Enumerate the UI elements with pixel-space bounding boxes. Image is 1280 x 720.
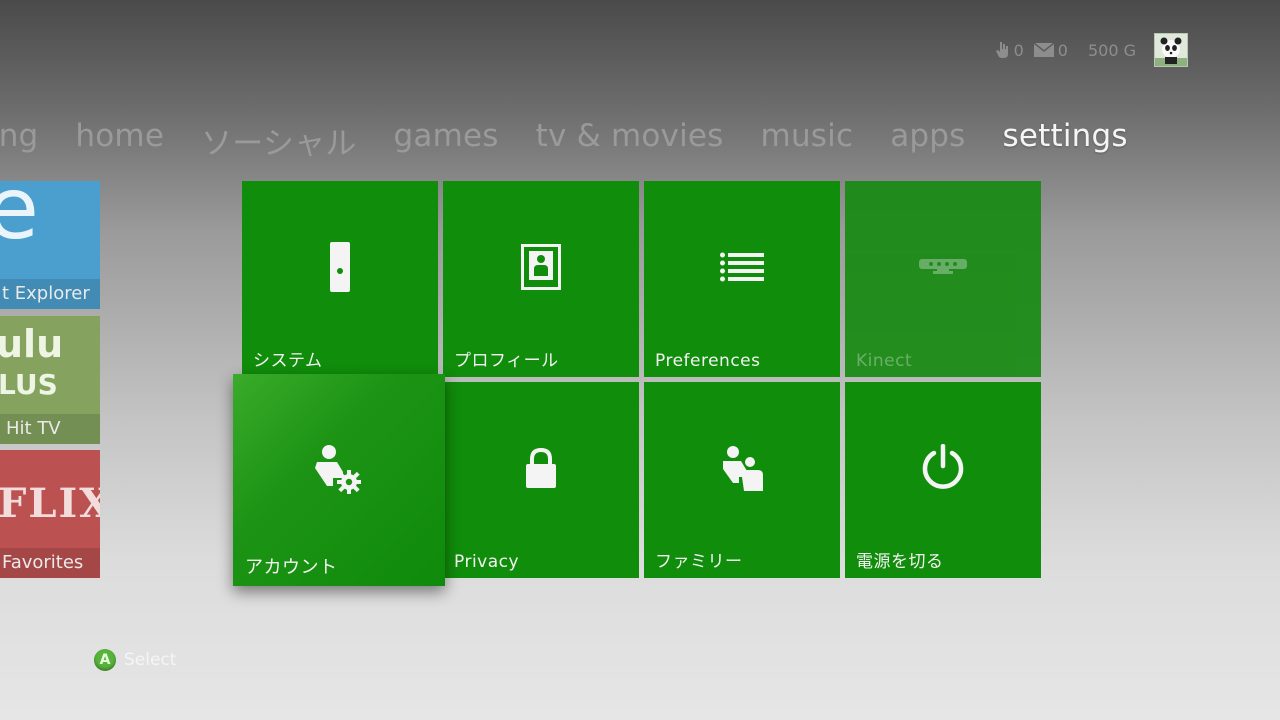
tile-label: ファミリー — [655, 552, 743, 572]
tile-label: システム — [253, 351, 323, 371]
panda-avatar-icon — [1155, 34, 1187, 66]
app-tile-internet-explorer[interactable]: e t Explorer — [0, 181, 100, 309]
tile-privacy[interactable]: Privacy — [443, 382, 639, 578]
power-icon — [922, 444, 964, 489]
lock-icon — [526, 448, 556, 488]
tab-settings[interactable]: settings — [1003, 118, 1128, 163]
family-icon — [723, 446, 763, 491]
tile-power-off[interactable]: 電源を切る — [845, 382, 1041, 578]
tile-label: Preferences — [655, 351, 761, 371]
console-icon — [330, 242, 350, 292]
hulu-logo-text: ulu — [0, 322, 64, 366]
netflix-logo-text: FLIX — [0, 480, 100, 527]
app-tile-hulu-plus[interactable]: ulu LUS Hit TV — [0, 316, 100, 444]
tile-label: Kinect — [856, 351, 913, 371]
messages-count: 0 — [1057, 40, 1068, 60]
hand-icon — [995, 42, 1008, 58]
hint-action-label: Select — [124, 650, 177, 670]
tab-ping[interactable]: ping — [0, 118, 38, 163]
tile-label: アカウント — [245, 557, 338, 578]
envelope-icon — [1033, 43, 1054, 57]
app-tile-label: Hit TV — [0, 414, 100, 444]
tile-system[interactable]: システム — [242, 181, 438, 377]
a-button-icon: A — [94, 649, 116, 671]
tile-profile[interactable]: プロフィール — [443, 181, 639, 377]
button-hint: A Select — [94, 649, 176, 671]
messages-status[interactable]: 0 — [1033, 40, 1068, 60]
kinect-sensor-icon — [919, 259, 967, 274]
gamerscore-value: 500 G — [1087, 40, 1136, 60]
avatar[interactable] — [1154, 33, 1188, 67]
tab-games[interactable]: games — [394, 118, 499, 163]
friends-count: 0 — [1013, 40, 1024, 60]
account-settings-icon — [315, 445, 361, 494]
app-tile-label: t Explorer — [0, 279, 100, 309]
app-tile-netflix[interactable]: FLIX Favorites — [0, 450, 100, 578]
profile-icon — [521, 244, 561, 290]
tile-account[interactable]: アカウント — [233, 374, 445, 586]
app-tile-label: Favorites — [0, 548, 100, 578]
tile-preferences[interactable]: Preferences — [644, 181, 840, 377]
hulu-plus-logo-text: LUS — [0, 368, 58, 401]
tile-label: Privacy — [454, 552, 520, 572]
gamerscore: 500 G — [1088, 41, 1136, 60]
list-icon — [720, 252, 764, 282]
status-bar: 0 0 500 G — [995, 33, 1188, 67]
tile-kinect[interactable]: Kinect — [845, 181, 1041, 377]
friends-status[interactable]: 0 — [995, 40, 1024, 60]
tab-tv-movies[interactable]: tv & movies — [536, 118, 724, 163]
tab-social[interactable]: ソーシャル — [201, 118, 356, 163]
tile-label: プロフィール — [454, 351, 559, 371]
tab-home[interactable]: home — [75, 118, 164, 163]
tab-music[interactable]: music — [761, 118, 854, 163]
main-nav: ping home ソーシャル games tv & movies music … — [0, 118, 1128, 163]
tab-apps[interactable]: apps — [890, 118, 965, 163]
tile-family[interactable]: ファミリー — [644, 382, 840, 578]
tile-label: 電源を切る — [856, 552, 944, 572]
ie-logo-icon: e — [0, 181, 39, 259]
